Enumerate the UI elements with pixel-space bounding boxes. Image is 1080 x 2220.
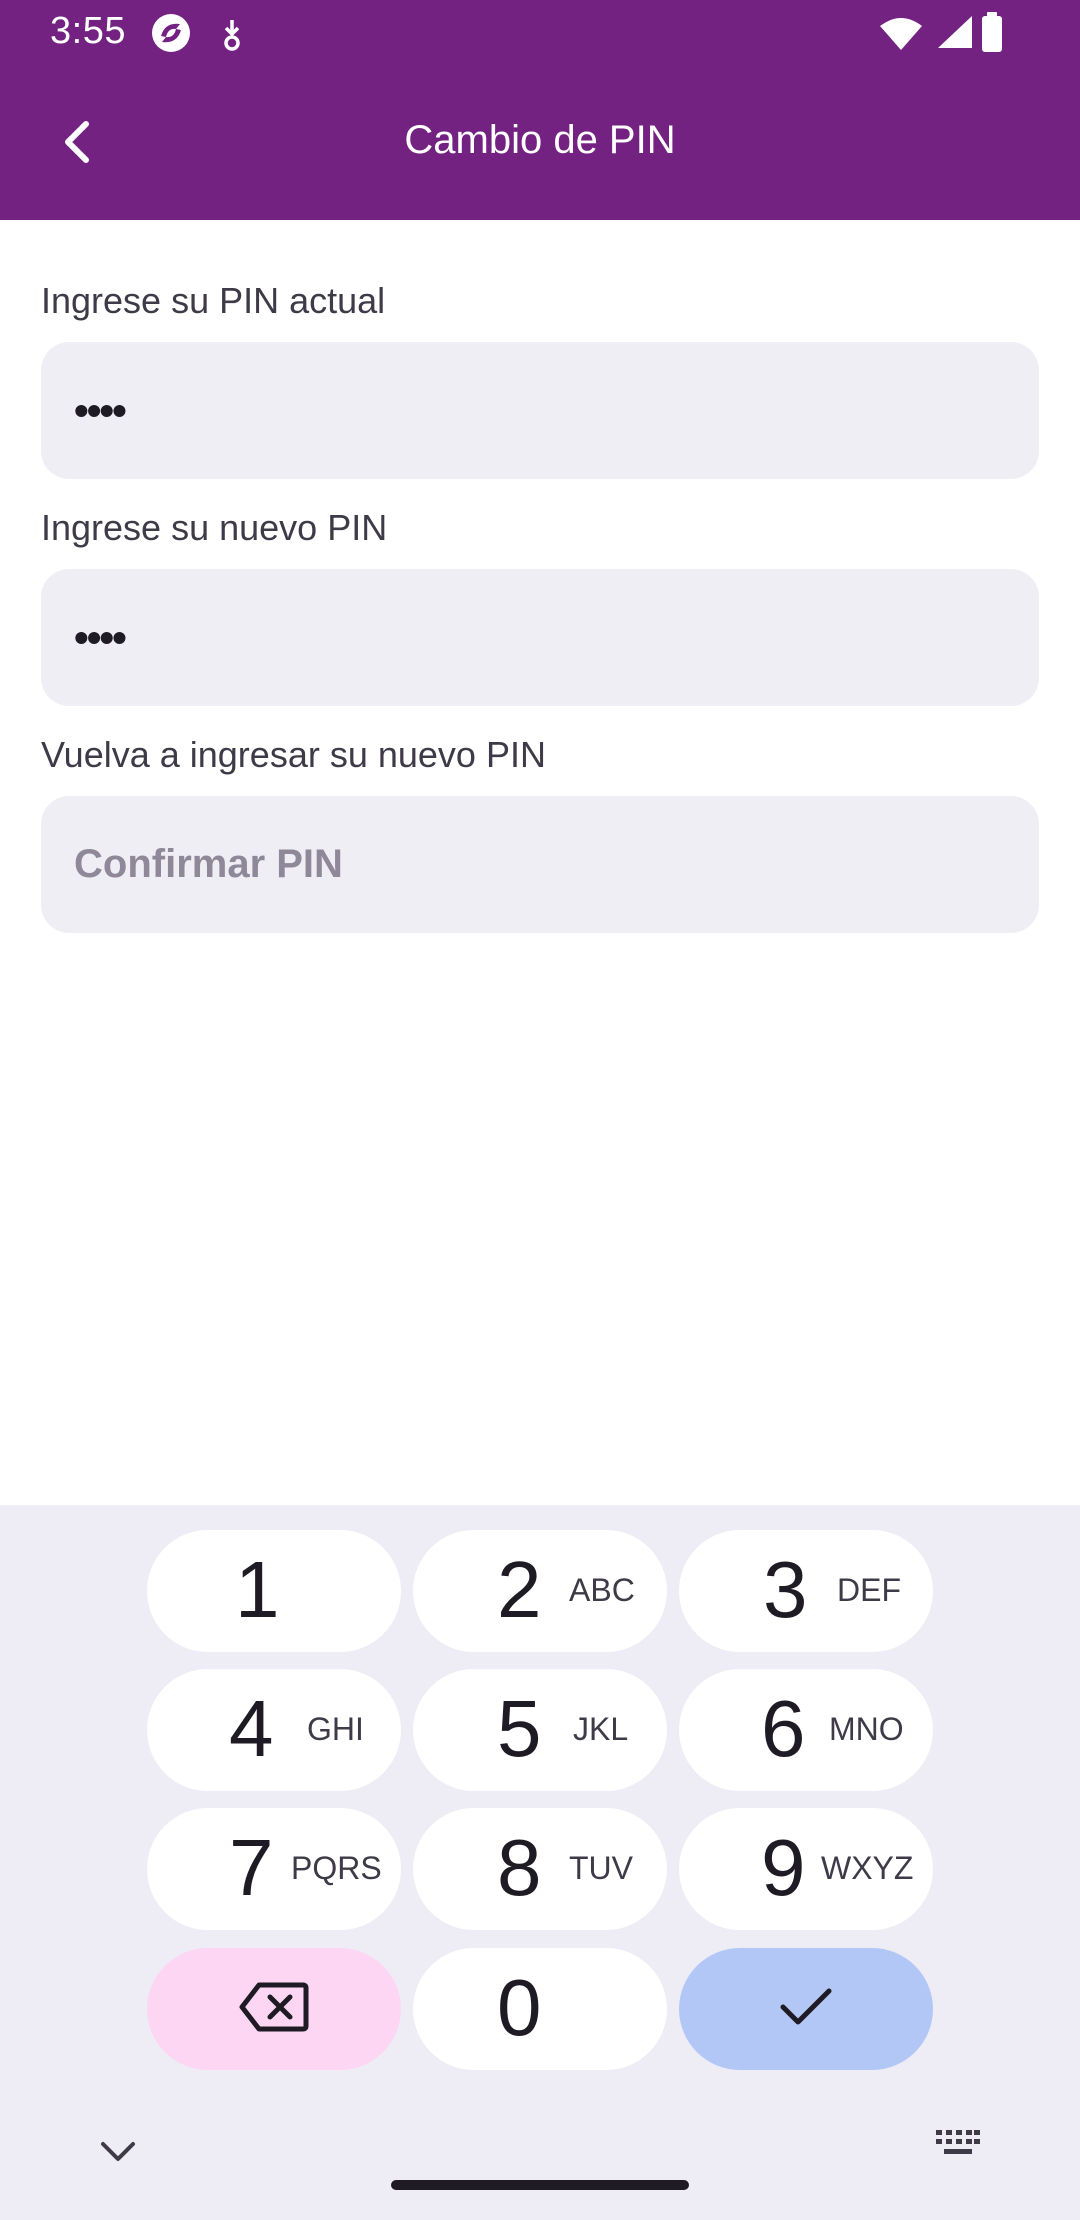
backspace-icon	[239, 1981, 309, 2038]
keyboard-icon	[936, 2130, 980, 2162]
confirm-pin-label: Vuelva a ingresar su nuevo PIN	[41, 734, 546, 775]
key-digit: 7	[229, 1823, 274, 1912]
key-digit: 3	[763, 1545, 808, 1634]
confirm-pin-placeholder: Confirmar PIN	[74, 842, 343, 886]
switch-keyboard-button[interactable]	[936, 2130, 988, 2174]
key-digit: 0	[497, 1963, 542, 2052]
done-key[interactable]	[679, 1948, 933, 2070]
key-7[interactable]: 7 PQRS	[147, 1808, 401, 1930]
key-digit: 9	[761, 1823, 806, 1912]
key-letters: TUV	[569, 1850, 633, 1886]
chevron-down-icon	[100, 2141, 136, 2168]
backspace-key[interactable]	[147, 1948, 401, 2070]
key-8[interactable]: 8 TUV	[413, 1808, 667, 1930]
key-4[interactable]: 4 GHI	[147, 1669, 401, 1791]
key-letters: ABC	[569, 1572, 635, 1608]
current-pin-value: ••••	[74, 387, 127, 434]
signal-icon	[936, 14, 974, 55]
key-digit: 5	[497, 1684, 542, 1773]
key-2[interactable]: 2 ABC	[413, 1530, 667, 1652]
download-icon	[218, 18, 246, 57]
home-indicator[interactable]	[391, 2180, 689, 2190]
current-pin-label: Ingrese su PIN actual	[41, 280, 386, 321]
key-1[interactable]: 1	[147, 1530, 401, 1652]
key-0[interactable]: 0	[413, 1948, 667, 2070]
collapse-keyboard-button[interactable]	[92, 2134, 144, 2174]
status-time: 3:55	[50, 10, 126, 52]
new-pin-value: ••••	[74, 614, 127, 661]
key-letters: DEF	[837, 1572, 901, 1608]
key-digit: 1	[235, 1545, 280, 1634]
key-digit: 8	[497, 1823, 542, 1912]
status-bar: 3:55	[0, 0, 1080, 66]
wifi-icon	[878, 16, 924, 57]
check-icon	[779, 1987, 833, 2032]
key-9[interactable]: 9 WXYZ	[679, 1808, 933, 1930]
key-letters: JKL	[573, 1711, 629, 1747]
key-3[interactable]: 3 DEF	[679, 1530, 933, 1652]
key-letters: MNO	[829, 1711, 904, 1747]
key-letters: PQRS	[291, 1850, 382, 1886]
key-letters: WXYZ	[821, 1850, 914, 1886]
new-pin-field[interactable]: ••••	[41, 569, 1039, 706]
page-title: Cambio de PIN	[404, 118, 676, 162]
key-digit: 4	[229, 1684, 274, 1773]
key-digit: 6	[761, 1684, 806, 1773]
key-5[interactable]: 5 JKL	[413, 1669, 667, 1791]
key-digit: 2	[497, 1545, 542, 1634]
current-pin-field[interactable]: ••••	[41, 342, 1039, 479]
key-letters: GHI	[307, 1711, 364, 1747]
sync-app-icon	[150, 12, 192, 59]
battery-icon	[980, 12, 1004, 57]
app-bar: Cambio de PIN	[0, 66, 1080, 220]
new-pin-label: Ingrese su nuevo PIN	[41, 507, 388, 548]
key-6[interactable]: 6 MNO	[679, 1669, 933, 1791]
confirm-pin-field[interactable]: Confirmar PIN	[41, 796, 1039, 933]
